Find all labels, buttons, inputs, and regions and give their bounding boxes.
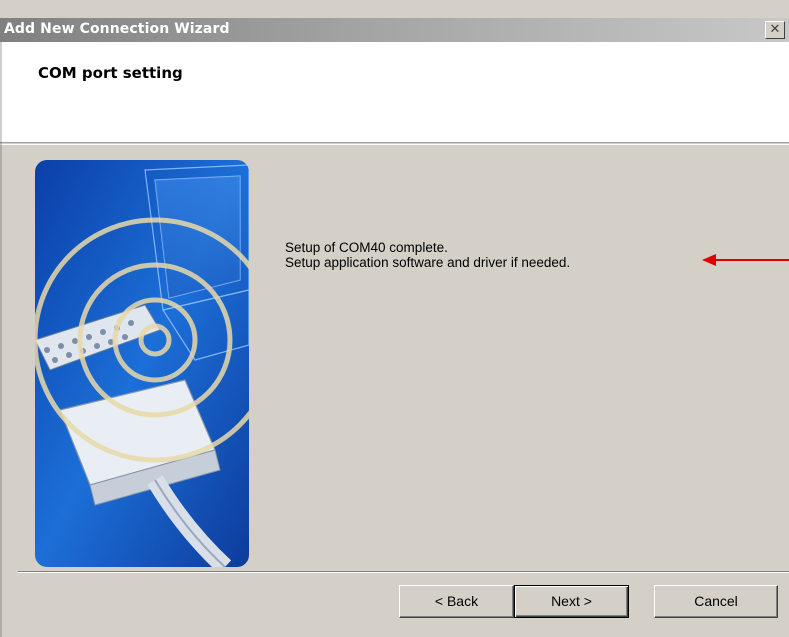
- wizard-illustration: [35, 160, 249, 567]
- window-title: Add New Connection Wizard: [4, 21, 230, 37]
- footer-divider: [18, 571, 789, 573]
- page-title: COM port setting: [38, 64, 183, 82]
- close-icon: ✕: [769, 22, 781, 37]
- message-line-2: Setup application software and driver if…: [285, 255, 571, 270]
- window-left-border: [0, 42, 2, 637]
- message-line-1: Setup of COM40 complete.: [285, 240, 448, 255]
- title-bar[interactable]: Add New Connection Wizard ✕: [0, 18, 789, 42]
- back-button[interactable]: < Back: [399, 585, 514, 618]
- cancel-button[interactable]: Cancel: [654, 585, 778, 618]
- header-divider: [0, 144, 789, 145]
- status-message: Setup of COM40 complete. Setup applicati…: [285, 240, 570, 270]
- annotation-arrow-icon: [702, 254, 789, 266]
- wizard-window: Add New Connection Wizard ✕ COM port set…: [0, 0, 789, 637]
- close-button[interactable]: ✕: [765, 21, 785, 39]
- wizard-header: COM port setting: [0, 42, 789, 143]
- next-button[interactable]: Next >: [514, 585, 629, 618]
